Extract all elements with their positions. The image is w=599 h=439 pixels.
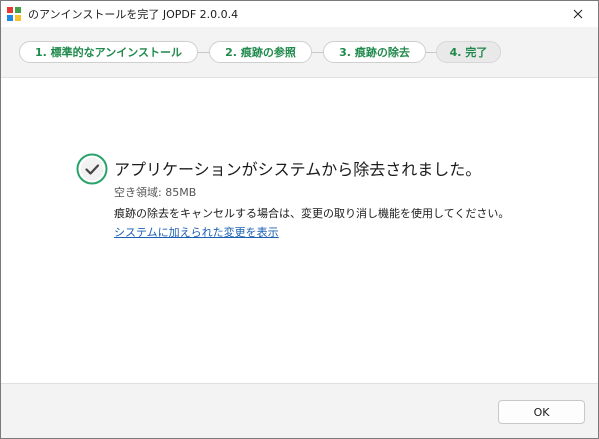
checkmark-circle-icon [76, 153, 108, 185]
completion-headline: アプリケーションがシステムから除去されました。 [114, 160, 482, 179]
window-title: のアンインストールを完了 JOPDF 2.0.0.4 [28, 8, 239, 21]
step-browse-leftovers: 2. 痕跡の参照 [209, 41, 312, 63]
footer-bar: OK [1, 383, 598, 438]
app-logo-icon [7, 7, 21, 21]
step-connector [312, 52, 323, 53]
space-freed-text: 空き領域: 85MB [114, 186, 197, 199]
close-icon [573, 9, 583, 19]
uninstall-window: のアンインストールを完了 JOPDF 2.0.0.4 1. 標準的なアンインスト… [0, 0, 599, 439]
step-finish: 4. 完了 [436, 41, 501, 63]
close-button[interactable] [558, 1, 598, 27]
wizard-steps: 1. 標準的なアンインストール 2. 痕跡の参照 3. 痕跡の除去 4. 完了 [1, 27, 598, 78]
title-bar: のアンインストールを完了 JOPDF 2.0.0.4 [1, 1, 598, 27]
step-connector [198, 52, 209, 53]
undo-info-text: 痕跡の除去をキャンセルする場合は、変更の取り消し機能を使用してください。 [114, 207, 510, 220]
view-changes-link[interactable]: システムに加えられた変更を表示 [114, 224, 279, 240]
step-standard-uninstall: 1. 標準的なアンインストール [19, 41, 198, 63]
ok-button[interactable]: OK [498, 400, 585, 424]
main-content: アプリケーションがシステムから除去されました。 空き領域: 85MB 痕跡の除去… [1, 78, 598, 382]
step-remove-leftovers: 3. 痕跡の除去 [323, 41, 426, 63]
step-connector [426, 52, 436, 53]
